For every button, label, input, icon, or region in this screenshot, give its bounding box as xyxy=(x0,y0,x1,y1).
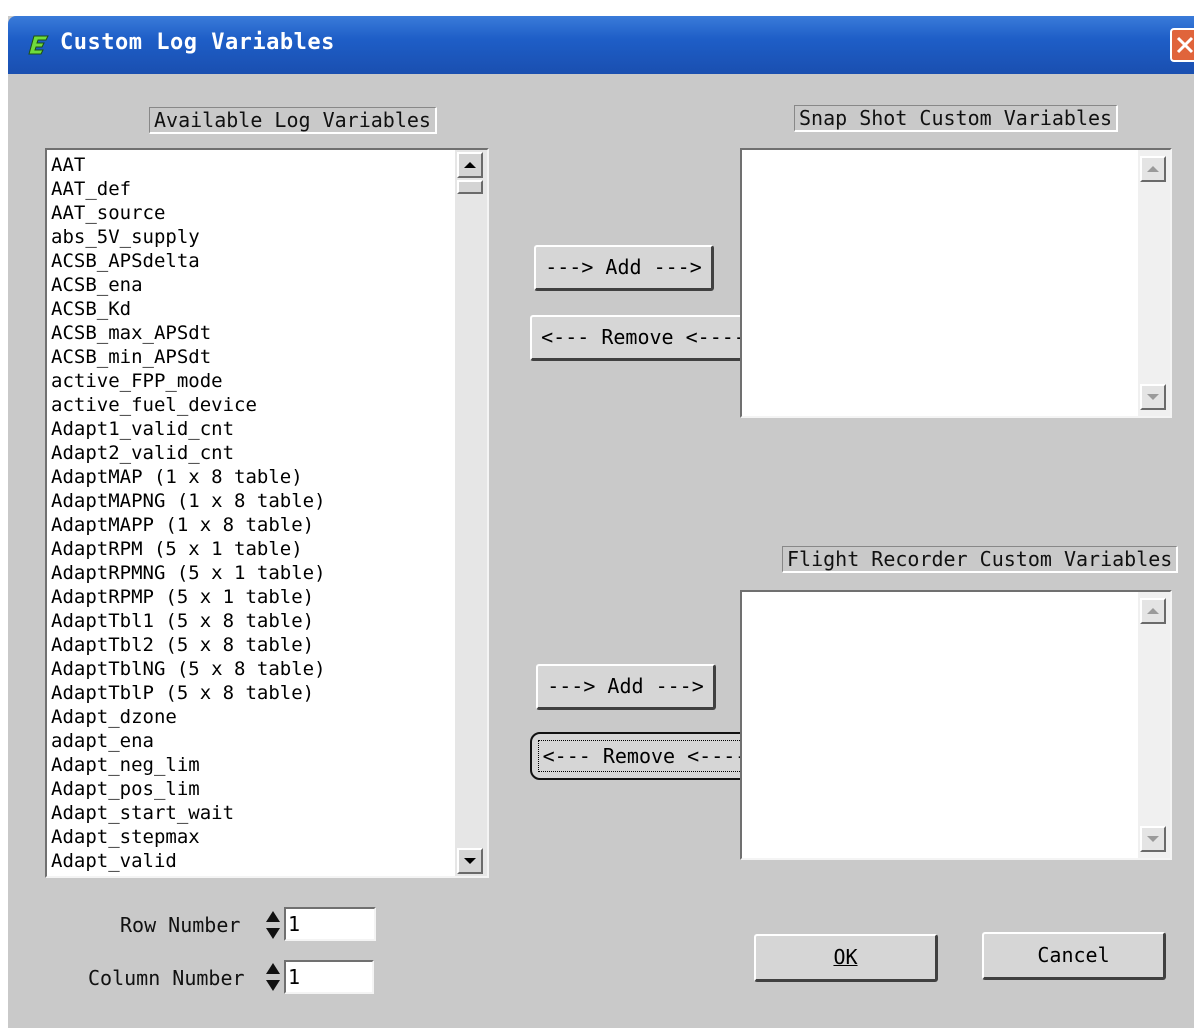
list-item[interactable]: AAT_source xyxy=(51,201,326,225)
list-item[interactable]: ACSB_max_APSdt xyxy=(51,321,326,345)
list-item[interactable]: active_FPP_mode xyxy=(51,369,326,393)
dialog-window: Custom Log Variables Available Log Varia… xyxy=(8,16,1194,1028)
row-number-field[interactable]: 1 xyxy=(284,907,376,941)
list-item[interactable]: AdaptRPMP (5 x 1 table) xyxy=(51,585,326,609)
scroll-up-button[interactable] xyxy=(1140,156,1166,182)
arrow-down-icon xyxy=(1147,394,1159,400)
flight-add-label: ---> Add ---> xyxy=(547,674,704,698)
scroll-down-button[interactable] xyxy=(1140,826,1166,852)
cancel-button[interactable]: Cancel xyxy=(982,932,1166,980)
close-button[interactable] xyxy=(1170,28,1194,62)
cancel-label: Cancel xyxy=(1037,943,1110,967)
ok-label: OK xyxy=(833,945,858,969)
snapshot-variables-label: Snap Shot Custom Variables xyxy=(794,105,1119,132)
column-number-field[interactable]: 1 xyxy=(284,960,374,994)
list-item[interactable]: AdaptTblP (5 x 8 table) xyxy=(51,681,326,705)
list-item[interactable]: Adapt_valid xyxy=(51,849,326,873)
column-number-label: Column Number xyxy=(88,966,245,990)
list-item[interactable]: ACSB_min_APSdt xyxy=(51,345,326,369)
available-variables-list[interactable]: AAT AAT_def AAT_source abs_5V_supply ACSB_AP… xyxy=(45,148,489,878)
arrow-down-icon xyxy=(1147,836,1159,842)
list-item[interactable]: AdaptMAP (1 x 8 table) xyxy=(51,465,326,489)
arrow-up-icon xyxy=(464,162,476,168)
arrow-up-icon xyxy=(1147,608,1159,614)
list-item[interactable]: ACSB_ena xyxy=(51,273,326,297)
available-list-scrollbar[interactable] xyxy=(455,150,487,876)
ok-button[interactable]: OK xyxy=(754,934,938,982)
row-number-spinner-icon[interactable] xyxy=(264,908,282,942)
flight-recorder-variables-label: Flight Recorder Custom Variables xyxy=(782,546,1179,573)
list-item[interactable]: Adapt_start_wait xyxy=(51,801,326,825)
available-variables-items: AAT AAT_def AAT_source abs_5V_supply ACSB_AP… xyxy=(51,153,326,873)
list-item[interactable]: AdaptRPMNG (5 x 1 table) xyxy=(51,561,326,585)
title-bar[interactable]: Custom Log Variables xyxy=(8,16,1194,74)
flight-remove-label: <--- Remove <---- xyxy=(542,744,748,768)
scroll-down-button[interactable] xyxy=(1140,384,1166,410)
list-item[interactable]: ACSB_APSdelta xyxy=(51,249,326,273)
snapshot-add-label: ---> Add ---> xyxy=(545,255,702,279)
list-item[interactable]: Adapt_stepmax xyxy=(51,825,326,849)
list-item[interactable]: Adapt_dzone xyxy=(51,705,326,729)
list-item[interactable]: active_fuel_device xyxy=(51,393,326,417)
arrow-down-icon xyxy=(464,858,476,864)
list-item[interactable]: Adapt1_valid_cnt xyxy=(51,417,326,441)
list-item[interactable]: AdaptRPM (5 x 1 table) xyxy=(51,537,326,561)
scroll-up-button[interactable] xyxy=(457,152,483,178)
snapshot-add-button[interactable]: ---> Add ---> xyxy=(534,245,714,291)
list-item[interactable]: AdaptMAPNG (1 x 8 table) xyxy=(51,489,326,513)
flight-list-scrollbar[interactable] xyxy=(1138,592,1170,858)
scroll-down-button[interactable] xyxy=(457,848,483,874)
snapshot-list-scrollbar[interactable] xyxy=(1138,150,1170,416)
list-item[interactable]: ACSB_Kd xyxy=(51,297,326,321)
list-item[interactable]: AdaptTblNG (5 x 8 table) xyxy=(51,657,326,681)
app-logo-icon xyxy=(28,35,49,55)
list-item[interactable]: AdaptTbl1 (5 x 8 table) xyxy=(51,609,326,633)
list-item[interactable]: AAT xyxy=(51,153,326,177)
flight-recorder-variables-list[interactable] xyxy=(740,590,1172,860)
snapshot-variables-list[interactable] xyxy=(740,148,1172,418)
list-item[interactable]: Adapt_neg_lim xyxy=(51,753,326,777)
list-item[interactable]: Adapt_pos_lim xyxy=(51,777,326,801)
list-item[interactable]: Adapt2_valid_cnt xyxy=(51,441,326,465)
column-number-spinner-icon[interactable] xyxy=(264,960,282,994)
snapshot-remove-label: <--- Remove <---- xyxy=(541,325,746,349)
list-item[interactable]: AdaptTbl2 (5 x 8 table) xyxy=(51,633,326,657)
list-item[interactable]: abs_5V_supply xyxy=(51,225,326,249)
list-item[interactable]: AAT_def xyxy=(51,177,326,201)
scroll-up-button[interactable] xyxy=(1140,598,1166,624)
flight-add-button[interactable]: ---> Add ---> xyxy=(536,664,716,710)
row-number-label: Row Number xyxy=(120,913,241,937)
close-icon xyxy=(1176,36,1194,54)
list-item[interactable]: adapt_ena xyxy=(51,729,326,753)
arrow-up-icon xyxy=(1147,166,1159,172)
snapshot-remove-button[interactable]: <--- Remove <---- xyxy=(530,315,758,361)
scroll-thumb[interactable] xyxy=(457,180,483,194)
flight-remove-button[interactable]: <--- Remove <---- xyxy=(530,732,760,780)
window-title: Custom Log Variables xyxy=(60,30,335,55)
available-variables-label: Available Log Variables xyxy=(149,107,437,134)
list-item[interactable]: AdaptMAPP (1 x 8 table) xyxy=(51,513,326,537)
